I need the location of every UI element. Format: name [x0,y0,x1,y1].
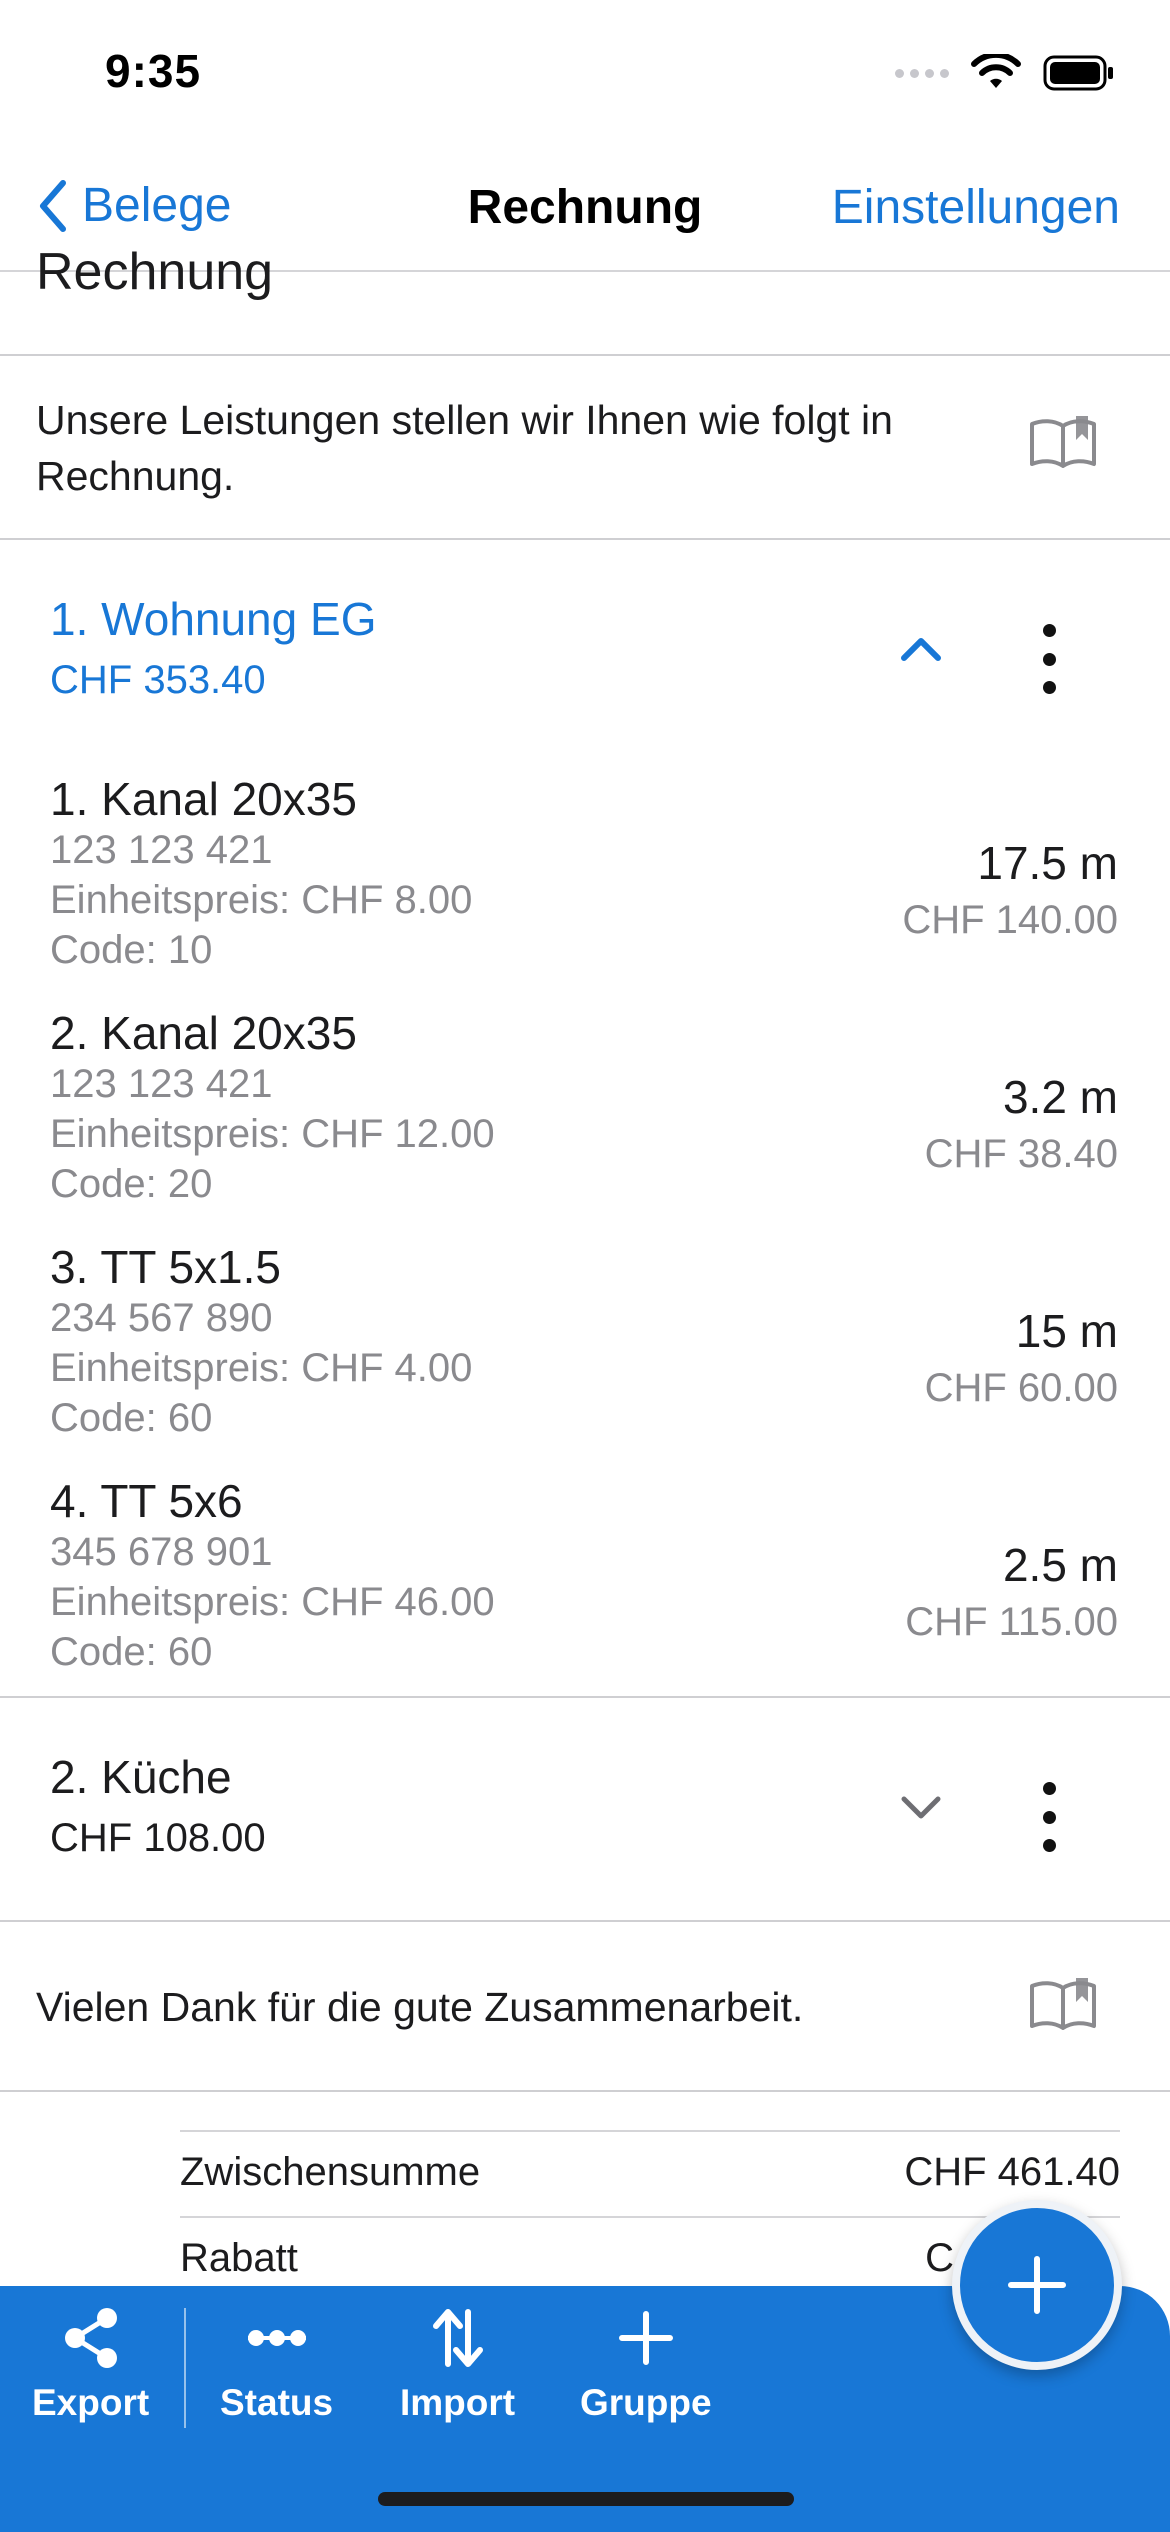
divider [0,1920,1170,1922]
summary-label: Zwischensumme [180,2150,481,2194]
item-article: 234 567 890 [50,1296,273,1340]
back-button[interactable]: Belege [38,178,231,233]
group-title: 2. Küche [50,1751,232,1803]
import-arrows-icon [432,2309,483,2367]
item-name: 1. Kanal 20x35 [50,773,357,825]
divider [0,1696,1170,1698]
item-code: Code: 10 [50,928,213,972]
item-unit-price: Einheitspreis: CHF 46.00 [50,1580,495,1624]
line-item[interactable]: 1. Kanal 20x35 123 123 421 Einheitspreis… [0,772,1170,1006]
more-options-icon[interactable] [1036,624,1062,694]
plus-icon [1008,2256,1066,2314]
divider [0,2090,1170,2092]
item-total: CHF 140.00 [902,898,1118,942]
item-quantity: 17.5 m [977,837,1118,889]
item-quantity: 3.2 m [1002,1071,1118,1123]
line-item[interactable]: 2. Kanal 20x35 123 123 421 Einheitspreis… [0,1006,1170,1240]
import-label: Import [400,2382,516,2423]
status-icons [895,54,1115,92]
back-button-label: Belege [82,179,232,232]
item-article: 345 678 901 [50,1530,273,1574]
chevron-down-icon[interactable] [898,1792,944,1822]
text-template-book-icon[interactable] [1028,1976,1098,2030]
summary-value: CHF 461.40 [904,2150,1120,2194]
item-total: CHF 115.00 [905,1600,1118,1644]
summary-label: Rabatt [180,2236,298,2280]
add-item-fab[interactable] [952,2200,1122,2370]
toolbar-separator [184,2308,186,2428]
export-button[interactable]: Export [32,2306,149,2424]
item-name: 4. TT 5x6 [50,1475,243,1527]
intro-text[interactable]: Unsere Leistungen stellen wir Ihnen wie … [36,392,956,504]
chevron-left-icon [40,179,66,232]
more-options-icon[interactable] [1036,1782,1062,1852]
line-item[interactable]: 4. TT 5x6 345 678 901 Einheitspreis: CHF… [0,1474,1170,1708]
item-unit-price: Einheitspreis: CHF 12.00 [50,1112,495,1156]
item-total: CHF 38.40 [924,1132,1118,1176]
summary-row: Zwischensumme CHF 461.40 [180,2130,1120,2216]
add-group-button[interactable]: Gruppe [580,2306,712,2424]
item-code: Code: 20 [50,1162,213,1206]
cellular-signal-icon [895,68,949,78]
export-label: Export [32,2382,150,2423]
group-amount: CHF 108.00 [50,1816,266,1860]
item-unit-price: Einheitspreis: CHF 4.00 [50,1346,473,1390]
divider [0,538,1170,540]
line-item[interactable]: 3. TT 5x1.5 234 567 890 Einheitspreis: C… [0,1240,1170,1474]
invoice-screen: 9:35 Belege Rechnung Einstellungen Rechn… [0,0,1170,2532]
item-name: 2. Kanal 20x35 [50,1007,357,1059]
home-indicator[interactable] [378,2492,794,2506]
item-quantity: 15 m [1015,1305,1118,1357]
item-unit-price: Einheitspreis: CHF 8.00 [50,878,473,922]
item-article: 123 123 421 [50,828,273,872]
import-button[interactable]: Import [400,2306,515,2424]
wifi-icon [971,54,1021,88]
page-title: Rechnung [467,181,703,234]
closing-text[interactable]: Vielen Dank für die gute Zusammenarbeit. [36,1984,803,2031]
group-label: Gruppe [580,2382,712,2423]
section-title: Rechnung [36,243,274,301]
status-dots-icon [247,2330,306,2346]
item-quantity: 2.5 m [1002,1539,1118,1591]
chevron-up-icon[interactable] [898,634,944,664]
settings-button[interactable]: Einstellungen [832,180,1120,235]
group-amount: CHF 353.40 [50,658,266,702]
share-icon [64,2308,117,2368]
status-bar: 9:35 [0,0,1170,150]
summary-value: C [925,2236,954,2280]
item-article: 123 123 421 [50,1062,273,1106]
item-total: CHF 60.00 [924,1366,1118,1410]
divider [0,354,1170,356]
item-code: Code: 60 [50,1396,213,1440]
plus-icon [618,2311,673,2365]
battery-icon [1043,55,1113,91]
item-code: Code: 60 [50,1630,213,1674]
status-button[interactable]: Status [220,2306,333,2424]
status-label: Status [220,2382,334,2423]
status-time: 9:35 [105,45,202,97]
group-title: 1. Wohnung EG [50,593,377,645]
text-template-book-icon[interactable] [1028,414,1098,468]
item-name: 3. TT 5x1.5 [50,1241,281,1293]
